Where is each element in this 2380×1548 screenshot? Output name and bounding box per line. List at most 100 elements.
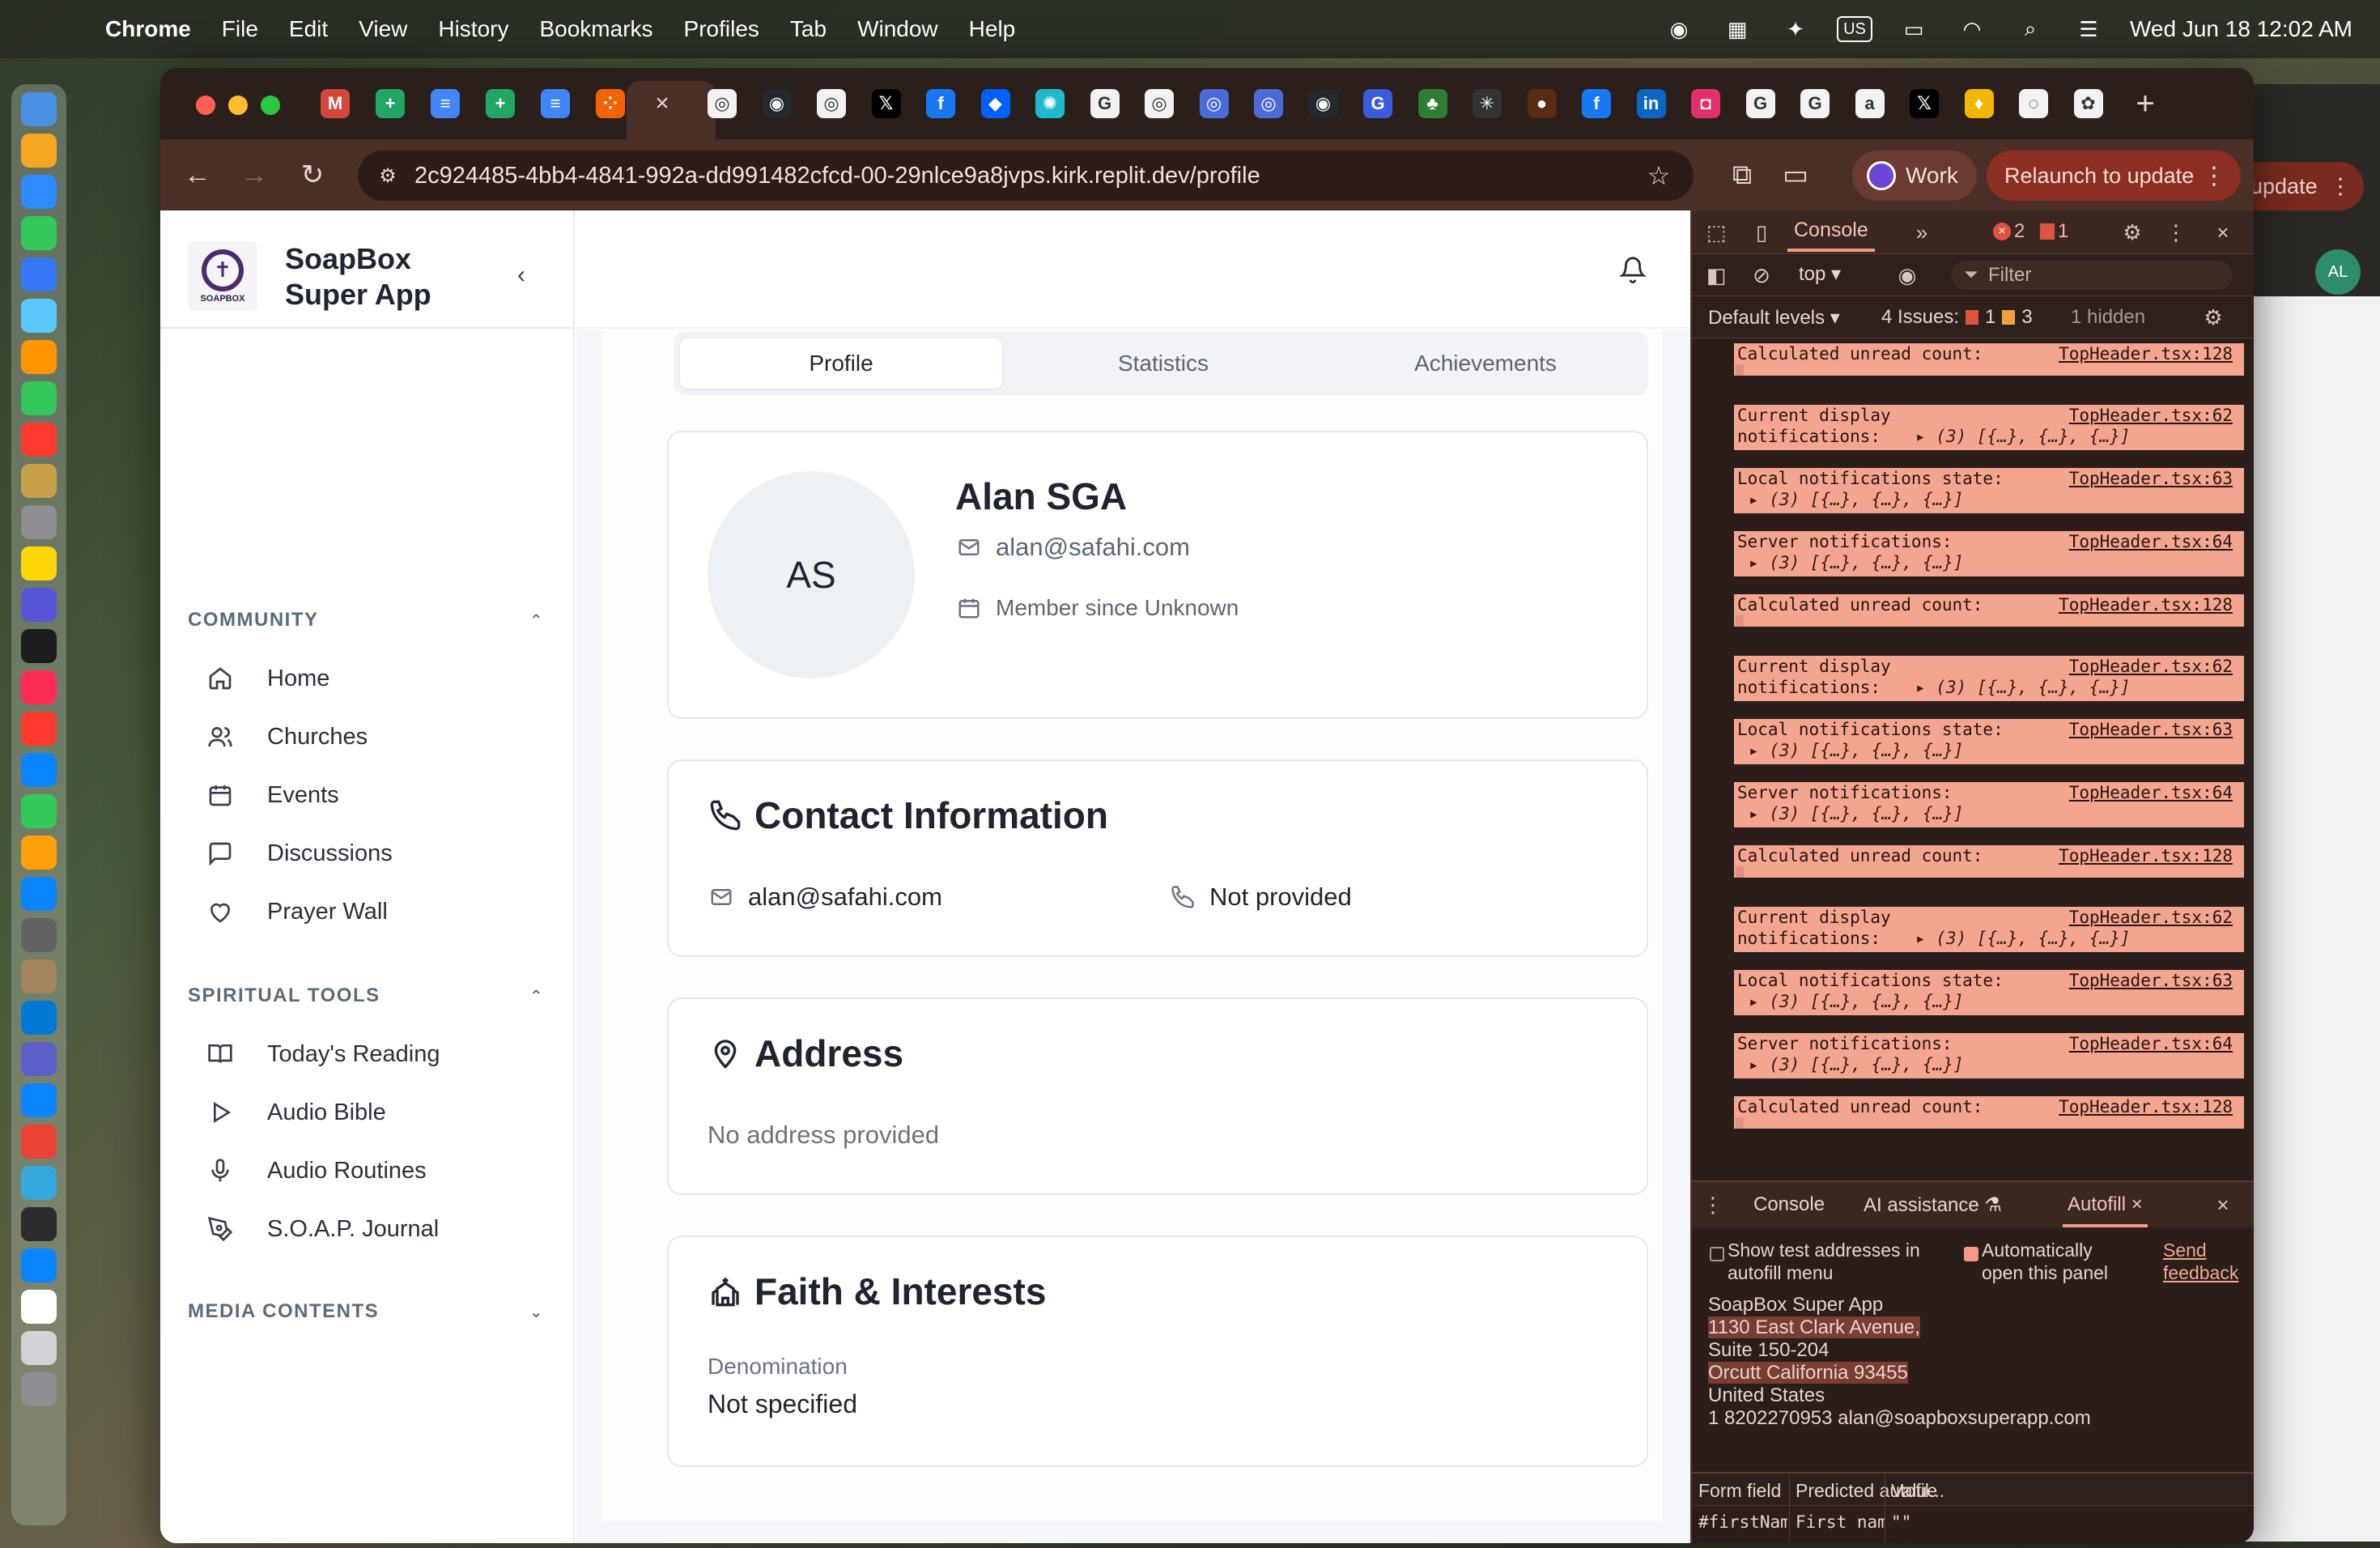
table-row[interactable]: #firstName (te... First nameheur "" (1692, 1506, 2254, 1540)
drawer-tab-console[interactable]: Console (1753, 1193, 1825, 1216)
control-center-icon[interactable]: ☰ (2072, 15, 2106, 44)
sidebar-item-todays-reading[interactable]: Today's Reading (206, 1030, 546, 1078)
openai-icon[interactable]: ◎ (1145, 89, 1174, 118)
console-log-entry[interactable]: Local notifications state: TopHeader.tsx:… (1734, 970, 2244, 1015)
menu-edit[interactable]: Edit (289, 16, 328, 42)
dock-app-icon[interactable] (21, 464, 57, 498)
console-settings-icon[interactable]: ⚙ (2199, 303, 2228, 332)
address-bar[interactable]: ⚙ 2c924485-4bb4-4841-992a-dd991482cfcd-0… (358, 151, 1694, 201)
address-bar-url[interactable]: 2c924485-4bb4-4841-992a-dd991482cfcd-00-… (414, 163, 1260, 189)
column-header-form-field[interactable]: Form field (1698, 1480, 1781, 1502)
dock-app-icon[interactable] (21, 836, 57, 870)
x-icon[interactable]: 𝕏 (1910, 89, 1939, 118)
console-log-entry[interactable]: Calculated unread count: TopHeader.tsx:12… (1734, 845, 2244, 878)
column-header-value[interactable]: Value (1891, 1480, 1937, 1502)
tab-profile[interactable]: Profile (680, 338, 1002, 389)
clear-console-icon[interactable]: ⊘ (1747, 261, 1776, 290)
section-media-contents[interactable]: MEDIA CONTENTS ⌄ (188, 1295, 549, 1328)
log-object-preview[interactable]: (3) [{…}, {…}, {…}] (1749, 552, 1964, 573)
log-levels-dropdown[interactable]: Default levels ▾ (1708, 306, 1840, 330)
replit-icon[interactable]: ⁘ (596, 89, 625, 118)
close-drawer-icon[interactable]: × (2208, 1190, 2238, 1219)
log-source-link[interactable]: TopHeader.tsx:63 (2069, 468, 2233, 489)
address-line-highlight[interactable]: 1130 East Clark Avenue, (1708, 1316, 1920, 1338)
google-icon[interactable]: G (1745, 89, 1775, 118)
live-expression-eye-icon[interactable]: ◉ (1893, 261, 1922, 290)
dock-app-icon[interactable] (21, 1042, 57, 1076)
log-object-preview[interactable]: (3) [{…}, {…}, {…}] (1749, 991, 1964, 1012)
dock-app-icon[interactable] (21, 1125, 57, 1159)
menu-window[interactable]: Window (857, 16, 938, 42)
drawer-tab-autofill[interactable]: Autofill × (2063, 1193, 2148, 1227)
openai-icon[interactable]: ◎ (817, 89, 846, 118)
chatgpt-icon[interactable]: ✿ (2073, 89, 2103, 118)
log-source-link[interactable]: TopHeader.tsx:128 (2059, 1096, 2233, 1117)
devtools-console-tab[interactable]: Console (1787, 219, 1875, 252)
log-source-link[interactable]: TopHeader.tsx:62 (2069, 907, 2233, 928)
profile-button[interactable]: Work (1852, 151, 1977, 201)
window-zoom-button[interactable] (261, 96, 280, 115)
collapse-sidebar-icon[interactable]: ‹ (507, 261, 536, 290)
dock-app-icon[interactable] (21, 1166, 57, 1200)
gmail-icon[interactable]: M (321, 89, 350, 118)
console-log-entry[interactable]: Calculated unread count: TopHeader.tsx:12… (1734, 343, 2244, 376)
menu-help[interactable]: Help (969, 16, 1016, 42)
devtools-more-icon[interactable]: ⋮ (2161, 218, 2191, 247)
dock-app-icon[interactable] (21, 1248, 57, 1282)
site-info-icon[interactable]: ⚙ (374, 162, 402, 189)
section-spiritual-tools[interactable]: SPIRITUAL TOOLS ⌃ (188, 980, 549, 1012)
console-log-entry[interactable]: Local notifications state: TopHeader.tsx:… (1734, 719, 2244, 764)
relaunch-to-update-button[interactable]: Relaunch to update ⋮ (1987, 151, 2241, 201)
device-toolbar-icon[interactable]: ▯ (1747, 218, 1776, 247)
sheets-icon[interactable]: + (376, 89, 405, 118)
notifications-bell-icon[interactable] (1616, 253, 1650, 287)
auto-open-panel-checkbox[interactable] (1964, 1247, 1978, 1261)
console-log-entry[interactable]: Server notifications: TopHeader.tsx:64 (3)… (1734, 782, 2244, 827)
log-object-preview[interactable]: (3) [{…}, {…}, {…}] (1915, 928, 2131, 949)
log-object-preview[interactable]: (3) [{…}, {…}, {…}] (1749, 740, 1964, 761)
dock-app-icon[interactable] (21, 877, 57, 911)
warning-count-badge[interactable]: 1 (2040, 220, 2068, 243)
console-log-entry[interactable]: Local notifications state: TopHeader.tsx:… (1734, 468, 2244, 513)
log-source-link[interactable]: TopHeader.tsx:63 (2069, 970, 2233, 991)
dock-app-icon[interactable] (21, 629, 57, 663)
menu-view[interactable]: View (359, 16, 407, 42)
dock-app-icon[interactable] (21, 794, 57, 828)
dock-app-icon[interactable] (21, 588, 57, 622)
send-feedback-link[interactable]: Send feedback (2163, 1239, 2238, 1284)
sidebar-item-audio-bible[interactable]: Audio Bible (206, 1088, 546, 1137)
close-tab-icon[interactable]: × (648, 89, 677, 118)
console-log-entry[interactable]: Current display notifications: TopHeader.… (1734, 656, 2244, 701)
address-line-highlight[interactable]: Orcutt California 93455 (1708, 1362, 1908, 1384)
new-tab-button[interactable]: + (2129, 86, 2161, 121)
circle-logo-icon[interactable]: ● (1527, 89, 1557, 118)
log-source-link[interactable]: TopHeader.tsx:64 (2069, 782, 2233, 803)
perplexity-icon[interactable]: ✺ (1035, 89, 1065, 118)
dock-app-icon[interactable] (21, 1083, 57, 1117)
dock-app-icon[interactable] (21, 257, 57, 291)
drawer-menu-icon[interactable]: ⋮ (1698, 1190, 1728, 1219)
extensions-icon[interactable]: ⧉ (1723, 155, 1762, 194)
sidebar-item-events[interactable]: Events (206, 771, 546, 819)
log-object-preview[interactable]: (3) [{…}, {…}, {…}] (1915, 677, 2131, 698)
inspect-element-icon[interactable]: ⬚ (1702, 218, 1731, 247)
dock-app-icon[interactable] (21, 1001, 57, 1035)
reload-button[interactable]: ↻ (293, 155, 332, 194)
more-panels-icon[interactable]: » (1907, 218, 1936, 247)
sidebar-toggle-icon[interactable]: ◧ (1702, 261, 1731, 290)
dock-app-icon[interactable] (21, 175, 57, 209)
log-source-link[interactable]: TopHeader.tsx:128 (2059, 845, 2233, 866)
chrome-icon[interactable]: ◌ (2019, 89, 2048, 118)
console-log-entry[interactable]: Current display notifications: TopHeader.… (1734, 405, 2244, 450)
battery-icon[interactable]: ▭ (1897, 15, 1931, 44)
close-devtools-icon[interactable]: × (2208, 218, 2238, 247)
dock-app-icon[interactable] (21, 134, 57, 168)
menu-bookmarks[interactable]: Bookmarks (539, 16, 652, 42)
instagram-icon[interactable]: ◘ (1691, 89, 1720, 118)
docs-icon[interactable]: ≡ (541, 89, 570, 118)
sidebar-item-audio-routines[interactable]: Audio Routines (206, 1146, 546, 1195)
spark-icon[interactable]: ✳ (1473, 89, 1502, 118)
tab-achievements[interactable]: Achievements (1324, 338, 1647, 389)
dock-app-icon[interactable] (21, 918, 57, 952)
dropbox-icon[interactable]: ◆ (980, 89, 1010, 118)
